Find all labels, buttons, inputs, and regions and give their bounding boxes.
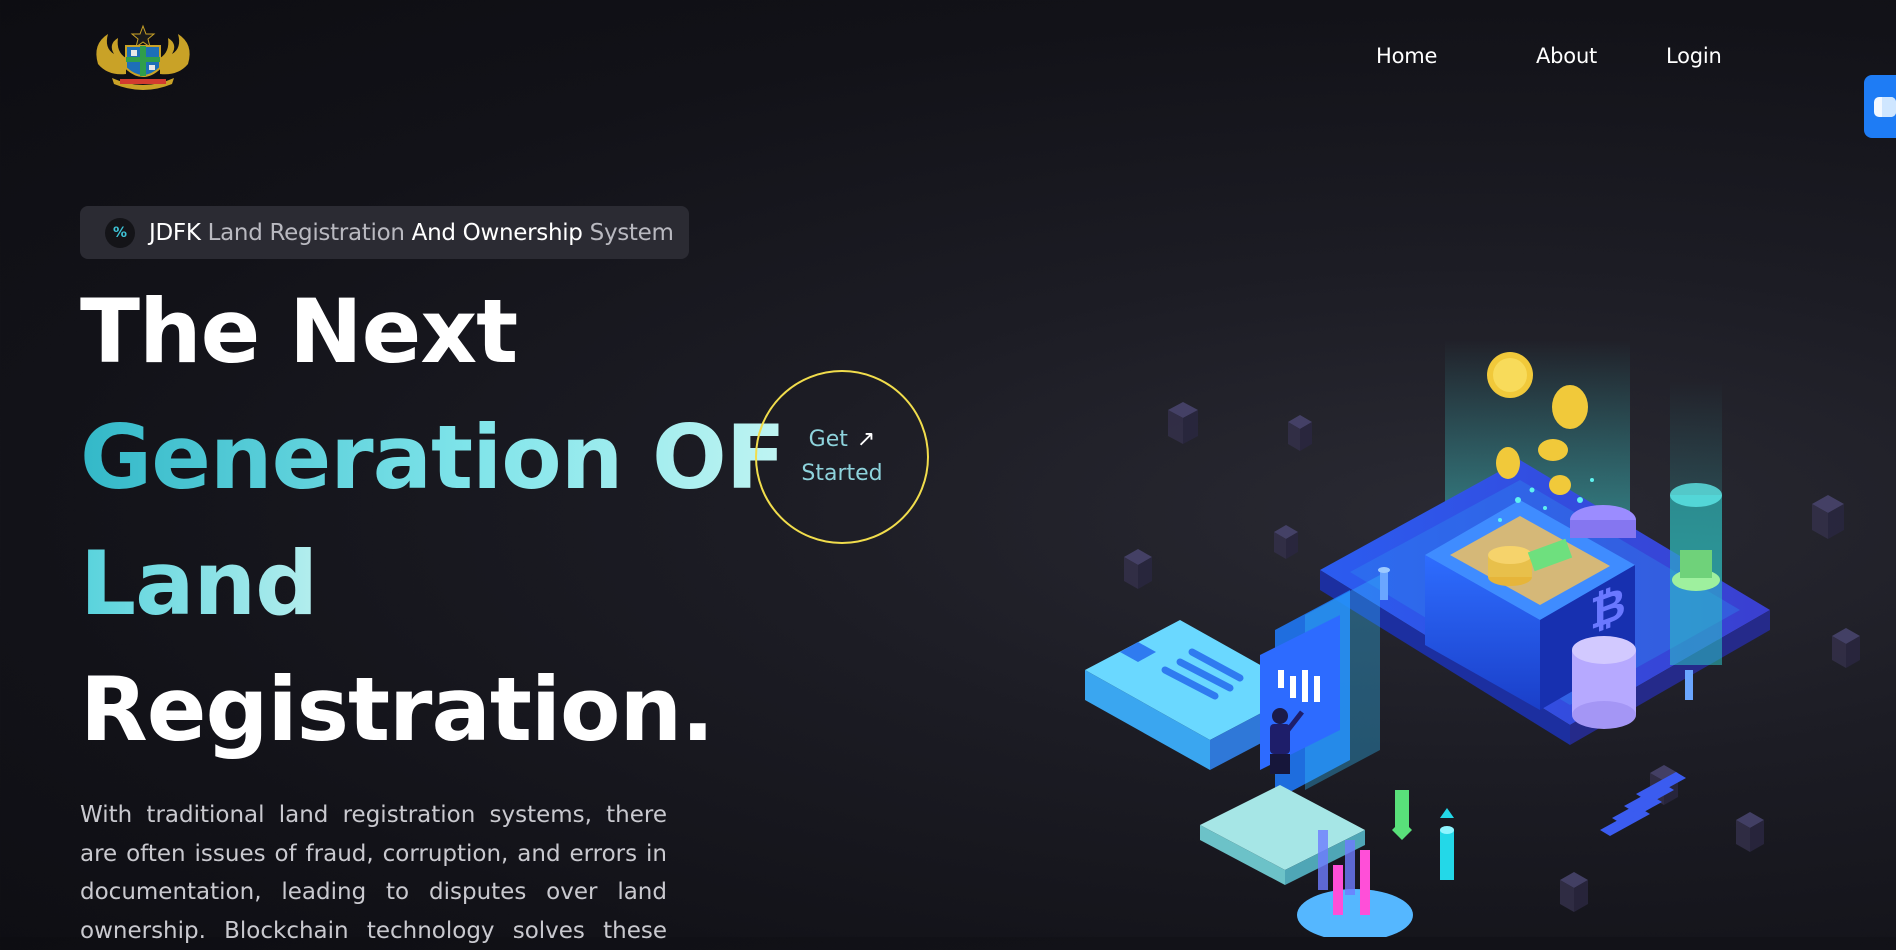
coat-of-arms-logo[interactable]	[90, 24, 196, 94]
cta-label-line-1: Get	[808, 427, 848, 452]
hero-heading-line-1: The Next	[80, 280, 518, 383]
blockchain-isometric-illustration: ₿	[1085, 340, 1860, 937]
arrow-up-right-icon: ↗	[856, 427, 876, 452]
badge-text: JDFK Land Registration And Ownership Sys…	[149, 219, 674, 246]
nav-home-link[interactable]: Home	[1376, 44, 1437, 68]
get-started-button[interactable]: Get ↗ Started	[755, 370, 929, 544]
hero-description: With traditional land registration syste…	[80, 802, 667, 944]
top-nav: Home About Login	[1376, 44, 1896, 74]
hero-heading-line-3: Land	[80, 532, 318, 635]
side-widget-tab[interactable]	[1864, 75, 1896, 138]
nav-about-link[interactable]: About	[1536, 44, 1597, 68]
nav-login-link[interactable]: Login	[1666, 44, 1722, 68]
hero-heading-line-2: Generation OF	[80, 406, 786, 509]
percent-icon: %	[105, 217, 135, 248]
hero-heading-line-4: Registration.	[80, 658, 715, 761]
cta-label-line-2: Started	[801, 461, 883, 486]
system-badge: % JDFK Land Registration And Ownership S…	[80, 206, 689, 259]
